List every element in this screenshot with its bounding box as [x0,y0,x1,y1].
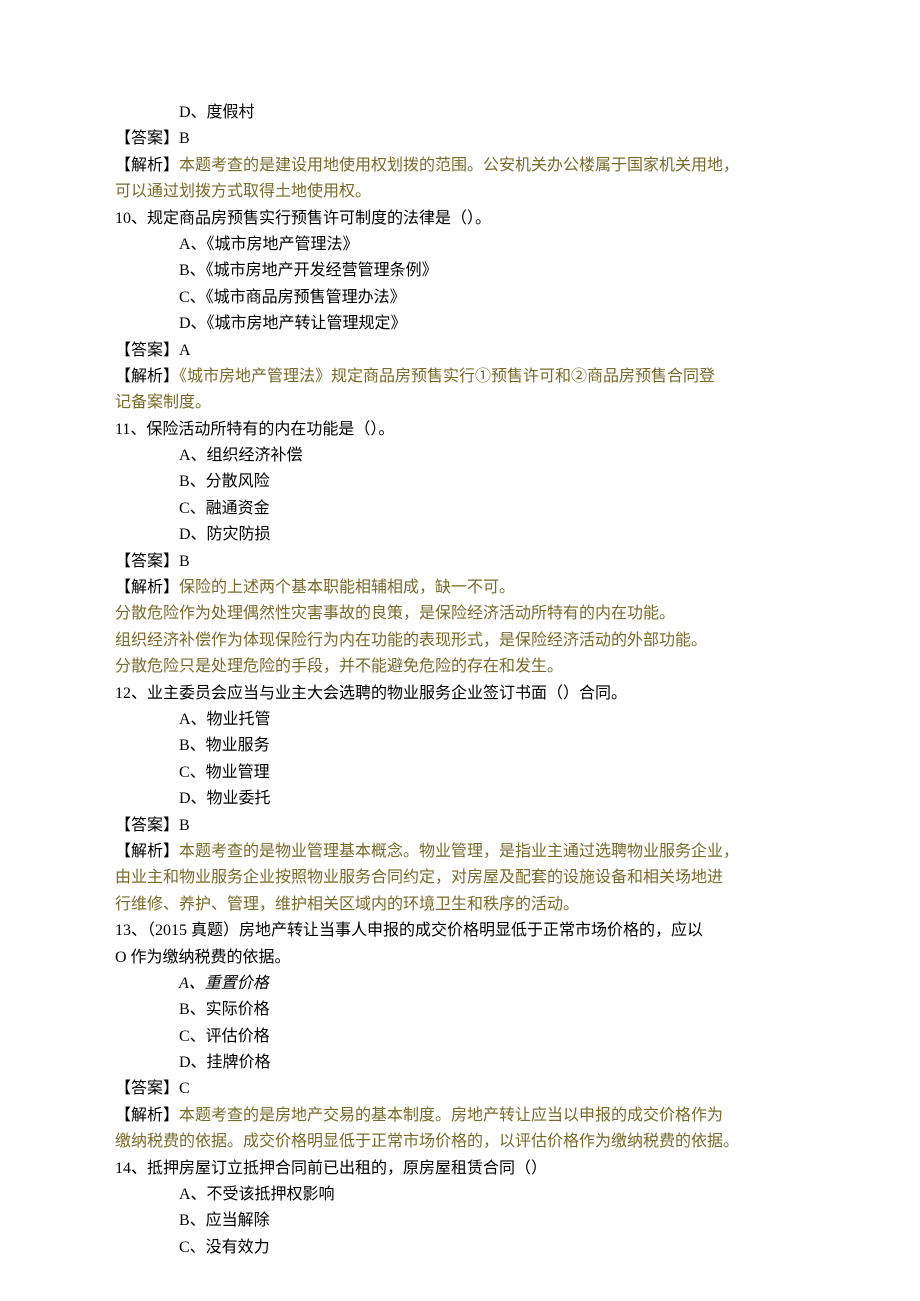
q12-option-c: C、物业管理 [115,760,805,786]
q10-option-b: B、《城市房地产开发经营管理条例》 [115,258,805,284]
q14-option-a: A、不受该抵押权影响 [115,1182,805,1208]
answer-label: 【答案】 [115,553,179,570]
explanation-label: 【解析】 [115,157,179,174]
q14-option-b: B、应当解除 [115,1208,805,1234]
q10-answer: 【答案】A [115,338,805,364]
q10-explanation-line1: 【解析】《城市房地产管理法》规定商品房预售实行①预售许可和②商品房预售合同登 [115,364,805,390]
answer-value: C [179,1080,190,1097]
q9-explanation-line1: 【解析】本题考查的是建设用地使用权划拨的范围。公安机关办公楼属于国家机关用地， [115,153,805,179]
explanation-label: 【解析】 [115,579,179,596]
answer-value: B [179,817,190,834]
explanation-text: 本题考查的是房地产交易的基本制度。房地产转让应当以申报的成交价格作为 [179,1107,723,1124]
q12-answer: 【答案】B [115,813,805,839]
answer-label: 【答案】 [115,130,179,147]
answer-value: A [179,342,191,359]
explanation-label: 【解析】 [115,843,179,860]
q12-explanation-line1: 【解析】本题考查的是物业管理基本概念。物业管理，是指业主通过选聘物业服务企业， [115,839,805,865]
q13-stem-line2: O 作为缴纳税费的依据。 [115,945,805,971]
q11-option-a: A、组织经济补偿 [115,443,805,469]
q13-explanation-line2: 缴纳税费的依据。成交价格明显低于正常市场价格的，以评估价格作为缴纳税费的依据。 [115,1129,805,1155]
q12-option-a: A、物业托管 [115,707,805,733]
q9-option-d: D、度假村 [115,100,805,126]
q10-option-d: D、《城市房地产转让管理规定》 [115,311,805,337]
q12-option-b: B、物业服务 [115,733,805,759]
q11-option-b: B、分散风险 [115,469,805,495]
answer-label: 【答案】 [115,817,179,834]
explanation-text: 保险的上述两个基本职能相辅相成，缺一不可。 [179,579,515,596]
q10-option-a: A、《城市房地产管理法》 [115,232,805,258]
q13-option-d: D、挂牌价格 [115,1050,805,1076]
q13-option-a: A、重置价格 [115,971,805,997]
explanation-text: 本题考查的是建设用地使用权划拨的范围。公安机关办公楼属于国家机关用地， [179,157,739,174]
q13-stem-line1: 13、（2015 真题）房地产转让当事人申报的成交价格明显低于正常市场价格的，应… [115,918,805,944]
q11-explanation-line4: 分散危险只是处理危险的手段，并不能避免危险的存在和发生。 [115,654,805,680]
q13-option-b: B、实际价格 [115,997,805,1023]
q13-explanation-line1: 【解析】本题考查的是房地产交易的基本制度。房地产转让应当以申报的成交价格作为 [115,1103,805,1129]
q10-explanation-line2: 记备案制度。 [115,390,805,416]
q9-explanation-line2: 可以通过划拨方式取得土地使用权。 [115,179,805,205]
answer-label: 【答案】 [115,342,179,359]
q14-stem: 14、抵押房屋订立抵押合同前已出租的，原房屋租赁合同（） [115,1156,805,1182]
document-page: D、度假村 【答案】B 【解析】本题考查的是建设用地使用权划拨的范围。公安机关办… [0,0,920,1301]
q12-explanation-line3: 行维修、养护、管理，维护相关区域内的环境卫生和秩序的活动。 [115,892,805,918]
q11-explanation-line1: 【解析】保险的上述两个基本职能相辅相成，缺一不可。 [115,575,805,601]
q11-answer: 【答案】B [115,549,805,575]
answer-value: B [179,130,190,147]
explanation-label: 【解析】 [115,1107,179,1124]
q9-answer: 【答案】B [115,126,805,152]
q12-explanation-line2: 由业主和物业服务企业按照物业服务合同约定，对房屋及配套的设施设备和相关场地进 [115,865,805,891]
q11-option-c: C、融通资金 [115,496,805,522]
q12-stem: 12、业主委员会应当与业主大会选聘的物业服务企业签订书面（）合同。 [115,681,805,707]
answer-value: B [179,553,190,570]
q11-explanation-line3: 组织经济补偿作为体现保险行为内在功能的表现形式，是保险经济活动的外部功能。 [115,628,805,654]
explanation-text: 《城市房地产管理法》规定商品房预售实行①预售许可和②商品房预售合同登 [179,368,715,385]
q12-option-d: D、物业委托 [115,786,805,812]
answer-label: 【答案】 [115,1080,179,1097]
q10-stem: 10、规定商品房预售实行预售许可制度的法律是（）。 [115,206,805,232]
q11-explanation-line2: 分散危险作为处理偶然性灾害事故的良策，是保险经济活动所特有的内在功能。 [115,601,805,627]
q14-option-c: C、没有效力 [115,1235,805,1261]
q11-option-d: D、防灾防损 [115,522,805,548]
q13-answer: 【答案】C [115,1076,805,1102]
explanation-text: 本题考查的是物业管理基本概念。物业管理，是指业主通过选聘物业服务企业， [179,843,739,860]
q11-stem: 11、保险活动所特有的内在功能是（）。 [115,417,805,443]
q13-option-c: C、评估价格 [115,1024,805,1050]
q10-option-c: C、《城市商品房预售管理办法》 [115,285,805,311]
explanation-label: 【解析】 [115,368,179,385]
